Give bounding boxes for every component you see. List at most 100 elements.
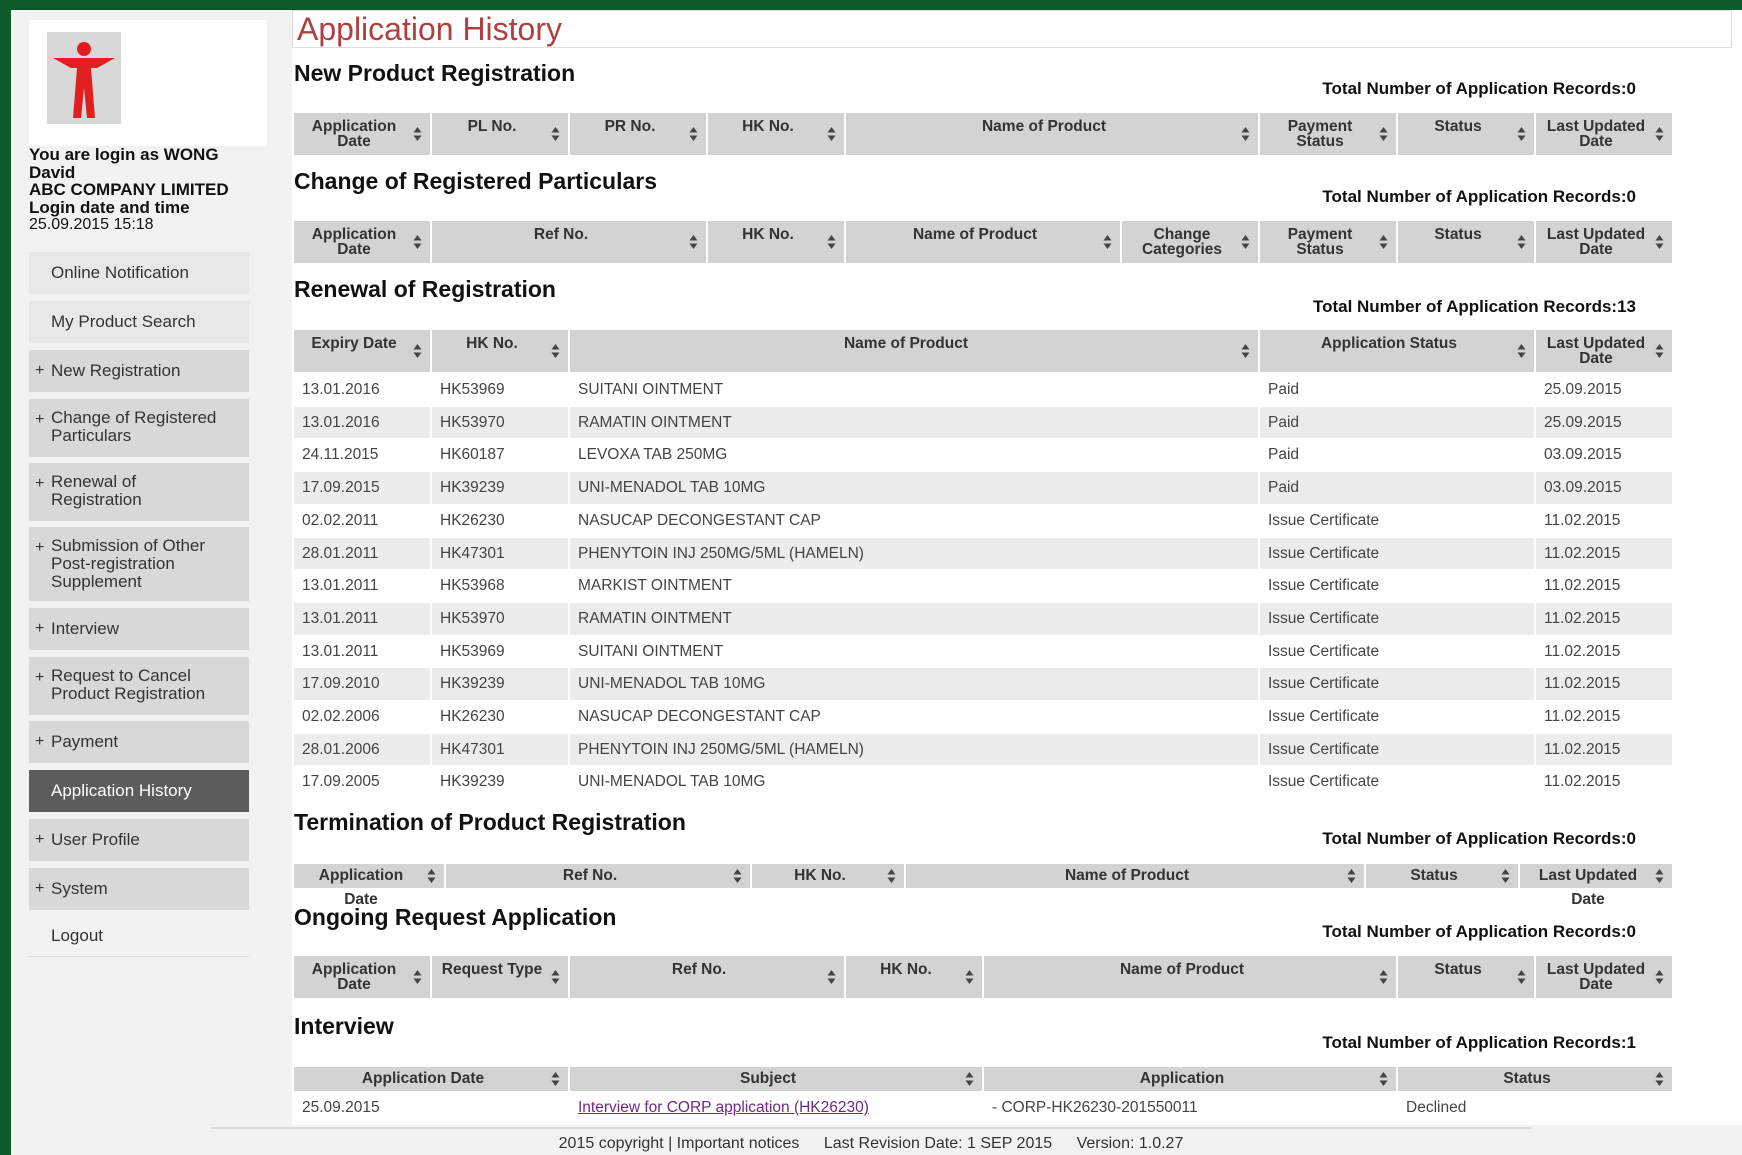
column-header[interactable]: Last Updated Date xyxy=(1520,864,1672,908)
sort-icon xyxy=(1655,235,1664,249)
sort-icon xyxy=(1379,970,1388,984)
column-header[interactable]: Name of Product xyxy=(570,330,1258,372)
section-title-interview: Interview xyxy=(294,1013,394,1039)
column-header[interactable]: HK No. xyxy=(708,221,844,263)
cell-hk-no: HK47301 xyxy=(432,733,568,766)
column-header[interactable]: Application Date xyxy=(294,113,430,155)
column-header[interactable]: PR No. xyxy=(570,113,706,155)
column-header[interactable]: Last Updated Date xyxy=(1536,221,1672,263)
column-header[interactable]: Application Date xyxy=(294,221,430,263)
sidebar-item-payment[interactable]: + Payment xyxy=(29,721,249,763)
column-header[interactable]: Change Categories xyxy=(1122,221,1258,263)
sort-icon xyxy=(413,344,422,358)
column-header[interactable]: Status xyxy=(1398,221,1534,263)
sidebar-item-new-registration[interactable]: + New Registration xyxy=(29,350,249,392)
sidebar-item-submission-of-other-supplement[interactable]: + Submission of Other Post-registration … xyxy=(29,527,249,601)
cell-last-updated: 11.02.2015 xyxy=(1536,733,1672,766)
column-header[interactable]: Ref No. xyxy=(432,221,706,263)
footer-copyright[interactable]: 2015 copyright | Important notices xyxy=(559,1135,800,1152)
sort-icon xyxy=(1655,869,1664,883)
cell-product-name: UNI-MENADOL TAB 10MG xyxy=(570,668,1258,700)
column-header[interactable]: Status xyxy=(1366,864,1518,888)
column-header[interactable]: Application xyxy=(984,1067,1396,1091)
cell-hk-no: HK39239 xyxy=(432,668,568,700)
column-header[interactable]: Name of Product xyxy=(846,113,1258,155)
column-header[interactable]: Last Updated Date xyxy=(1536,956,1672,998)
column-header[interactable]: PL No. xyxy=(432,113,568,155)
sort-icon xyxy=(689,235,698,249)
column-header[interactable]: Expiry Date xyxy=(294,330,430,372)
sidebar-item-user-profile[interactable]: + User Profile xyxy=(29,819,249,861)
cell-last-updated: 11.02.2015 xyxy=(1536,635,1672,668)
column-header[interactable]: Status xyxy=(1398,956,1534,998)
cell-product-name: PHENYTOIN INJ 250MG/5ML (HAMELN) xyxy=(570,537,1258,570)
sort-icon xyxy=(1517,344,1526,358)
cell-hk-no: HK53968 xyxy=(432,570,568,602)
sort-icon xyxy=(551,127,560,141)
total-records-renewal: Total Number of Application Records:13 xyxy=(1312,297,1636,316)
column-header[interactable]: HK No. xyxy=(846,956,982,998)
interview-subject-link[interactable]: Interview for CORP application (HK26230) xyxy=(578,1099,869,1116)
column-header[interactable]: Ref No. xyxy=(570,956,844,998)
sidebar-item-system[interactable]: + System xyxy=(29,868,249,910)
sort-icon xyxy=(551,1072,560,1086)
column-header[interactable]: Application Date xyxy=(294,956,430,998)
column-header[interactable]: Last Updated Date xyxy=(1536,113,1672,155)
column-header[interactable]: HK No. xyxy=(752,864,904,888)
sidebar-item-logout[interactable]: Logout xyxy=(29,915,249,957)
cell-subject: Interview for CORP application (HK26230) xyxy=(570,1092,982,1123)
column-header-label: HK No. xyxy=(880,961,932,978)
sidebar-item-label: Change of Registered Particulars xyxy=(51,408,217,445)
sort-icon xyxy=(965,1072,974,1086)
sort-icon xyxy=(1379,1072,1388,1086)
login-time: 25.09.2015 15:18 xyxy=(29,216,154,233)
sidebar-item-interview[interactable]: + Interview xyxy=(29,608,249,650)
sidebar-item-label: System xyxy=(51,879,108,898)
total-records-ongoing: Total Number of Application Records:0 xyxy=(1322,922,1636,941)
column-header[interactable]: Name of Product xyxy=(906,864,1364,888)
sort-icon xyxy=(1517,127,1526,141)
column-header[interactable]: Request Type xyxy=(432,956,568,998)
sidebar-item-online-notification[interactable]: Online Notification xyxy=(29,252,249,294)
sidebar-item-application-history[interactable]: Application History xyxy=(29,770,249,812)
total-records-new-product: Total Number of Application Records:0 xyxy=(1322,79,1636,98)
cell-hk-no: HK39239 xyxy=(432,766,568,799)
column-header[interactable]: Application Date xyxy=(294,864,444,908)
column-header[interactable]: Name of Product xyxy=(846,221,1120,263)
cell-hk-no: HK53970 xyxy=(432,406,568,439)
sort-icon xyxy=(1241,127,1250,141)
column-header-label: Status xyxy=(1410,867,1458,884)
sidebar: You are login as WONG David ABC COMPANY … xyxy=(11,10,291,1155)
sidebar-item-my-product-search[interactable]: My Product Search xyxy=(29,301,249,343)
column-header[interactable]: HK No. xyxy=(432,330,568,372)
column-header[interactable]: Subject xyxy=(570,1067,982,1091)
cell-product-name: PHENYTOIN INJ 250MG/5ML (HAMELN) xyxy=(570,733,1258,766)
sort-icon xyxy=(965,970,974,984)
column-header[interactable]: HK No. xyxy=(708,113,844,155)
cell-product-name: RAMATIN OINTMENT xyxy=(570,406,1258,439)
cell-last-updated: 11.02.2015 xyxy=(1536,504,1672,537)
column-header[interactable]: Name of Product xyxy=(984,956,1396,998)
column-header[interactable]: Payment Status xyxy=(1260,221,1396,263)
cell-hk-no: HK53969 xyxy=(432,635,568,668)
column-header[interactable]: Last Updated Date xyxy=(1536,330,1672,372)
sidebar-item-label: Logout xyxy=(51,925,103,945)
sidebar-item-renewal-of-registration[interactable]: + Renewal of Registration xyxy=(29,463,249,521)
column-header-label: Ref No. xyxy=(562,867,618,884)
cell-expiry-date: 17.09.2010 xyxy=(294,668,430,700)
column-header-label: Payment Status xyxy=(1287,226,1353,258)
column-header[interactable]: Application Date xyxy=(294,1067,568,1091)
sidebar-item-request-to-cancel[interactable]: + Request to Cancel Product Registration xyxy=(29,657,249,715)
column-header[interactable]: Status xyxy=(1398,113,1534,155)
column-header-label: Request Type xyxy=(441,961,543,978)
cell-hk-no: HK26230 xyxy=(432,504,568,537)
column-header[interactable]: Status xyxy=(1398,1067,1672,1091)
column-header[interactable]: Payment Status xyxy=(1260,113,1396,155)
sidebar-item-change-of-registered-particulars[interactable]: + Change of Registered Particulars xyxy=(29,399,249,457)
column-header[interactable]: Ref No. xyxy=(446,864,750,888)
cell-last-updated: 11.02.2015 xyxy=(1536,602,1672,635)
cell-status: Declined xyxy=(1398,1092,1672,1123)
cell-application-date: 25.09.2015 xyxy=(294,1092,568,1123)
sidebar-item-label: Application History xyxy=(51,781,192,800)
column-header[interactable]: Application Status xyxy=(1260,330,1534,372)
